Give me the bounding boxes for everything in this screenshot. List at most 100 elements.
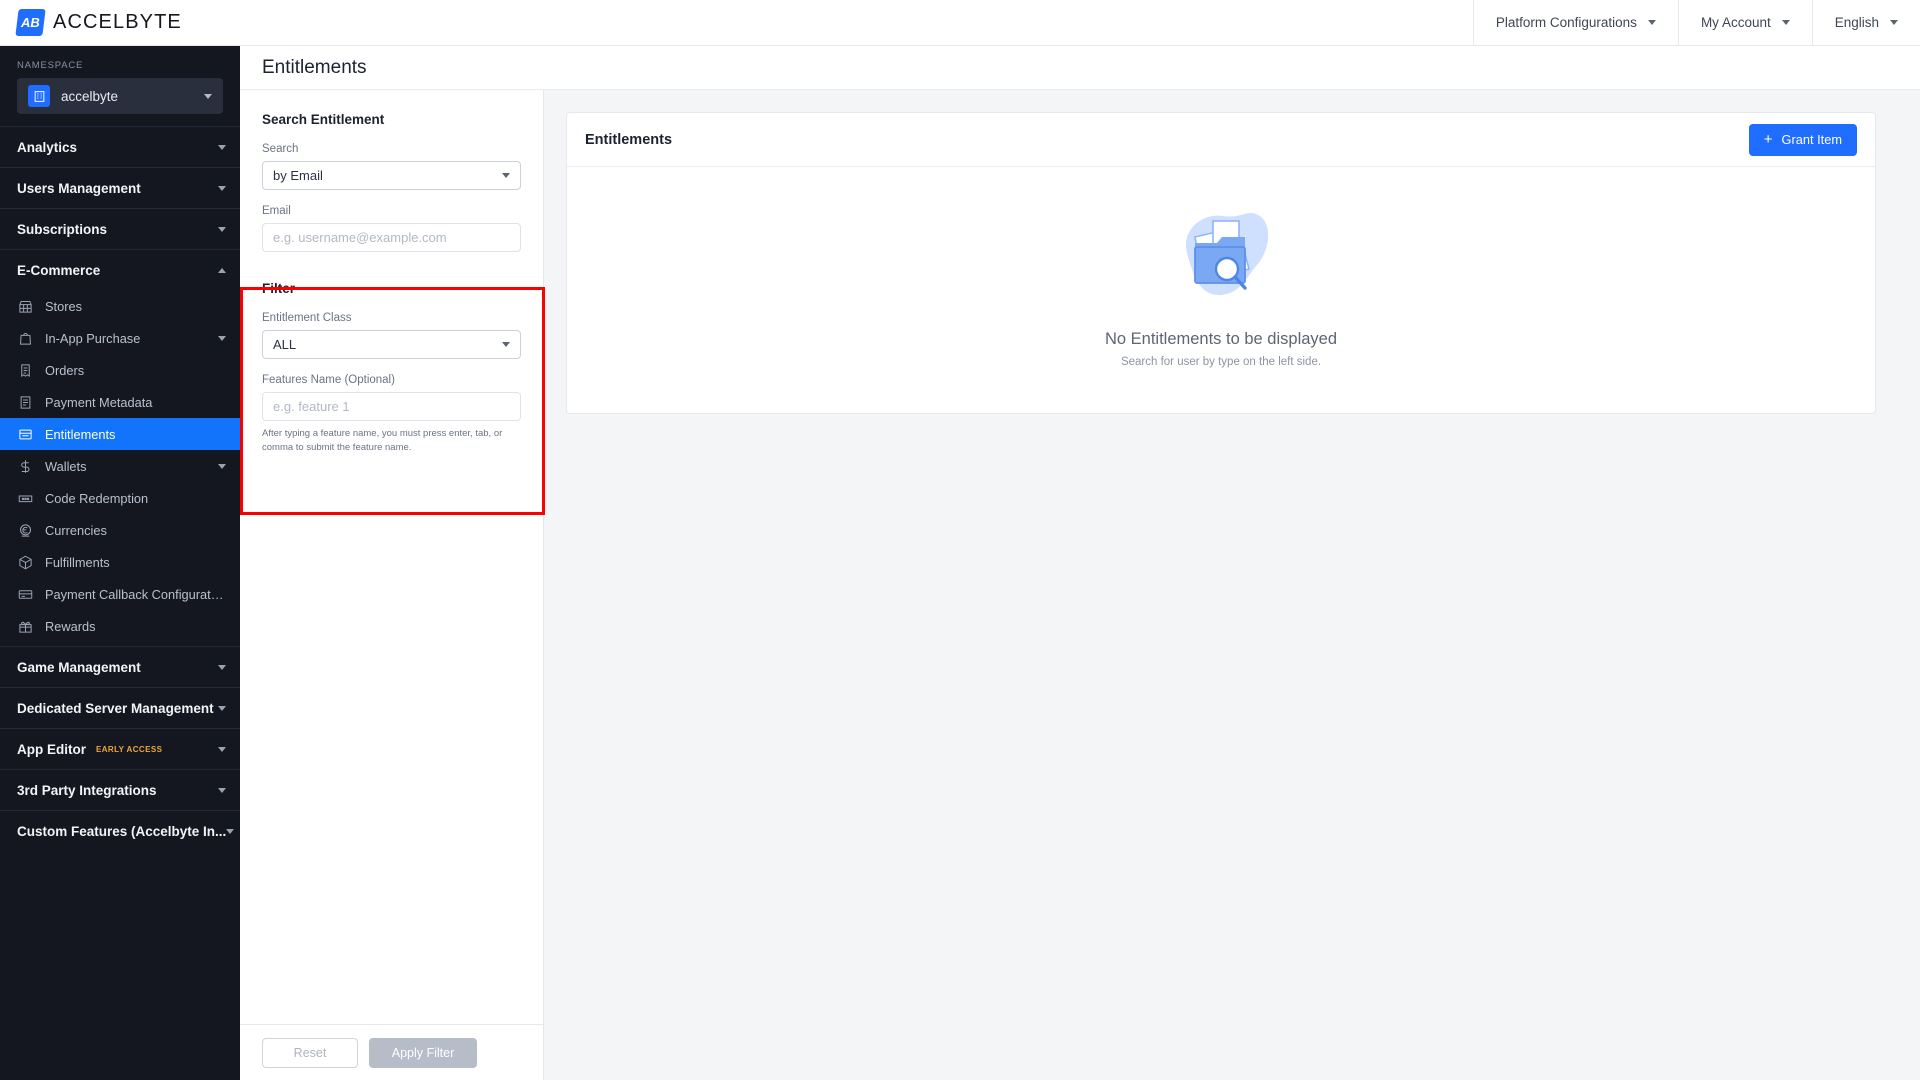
chevron-down-icon: [218, 746, 226, 752]
topnav-label: English: [1834, 15, 1879, 30]
brand-logo[interactable]: AB ACCELBYTE: [0, 0, 240, 45]
sidebar-section-users-management[interactable]: Users Management: [0, 168, 240, 208]
sidebar-item-fulfillments[interactable]: Fulfillments: [0, 546, 240, 578]
sidebar-section-label: Dedicated Server Management: [17, 700, 214, 716]
namespace-selector[interactable]: accelbyte: [17, 78, 223, 114]
brand-mark-text: AB: [21, 15, 40, 30]
building-icon: [28, 85, 50, 107]
sidebar-item-in-app-purchase[interactable]: In-App Purchase: [0, 322, 240, 354]
sidebar-section-e-commerce[interactable]: E-Commerce: [0, 250, 240, 290]
sidebar-section-custom-features-accelbyte-in[interactable]: Custom Features (Accelbyte In...: [0, 811, 240, 851]
sidebar-section-analytics[interactable]: Analytics: [0, 127, 240, 167]
chevron-down-icon: [218, 335, 226, 341]
sidebar-section-app-editor[interactable]: App Editor EARLY ACCESS: [0, 729, 240, 769]
chevron-down-icon: [204, 93, 212, 99]
workspace: Search Entitlement Search by Email Email: [240, 90, 1920, 1080]
sidebar-item-entitlements[interactable]: Entitlements: [0, 418, 240, 450]
sidebar-item-label: Wallets: [45, 458, 87, 474]
content-area: Entitlements Search Entitlement Search b…: [240, 46, 1920, 1080]
chevron-down-icon: [218, 787, 226, 793]
email-field: Email: [262, 205, 521, 252]
namespace-section: NAMESPACE accelbyte: [0, 46, 240, 126]
sidebar-item-payment-metadata[interactable]: Payment Metadata: [0, 386, 240, 418]
sidebar-item-code-redemption[interactable]: Code Redemption: [0, 482, 240, 514]
sidebar-section-game-management[interactable]: Game Management: [0, 647, 240, 687]
sidebar-section: App Editor EARLY ACCESS: [0, 728, 240, 769]
chevron-down-icon: [1890, 20, 1898, 25]
sidebar-section: Users Management: [0, 167, 240, 208]
topnav-label: Platform Configurations: [1495, 15, 1637, 30]
features-name-field: Features Name (Optional) After typing a …: [262, 374, 521, 455]
sidebar-section: Analytics: [0, 126, 240, 167]
features-name-input[interactable]: [262, 392, 521, 421]
chevron-down-icon: [218, 705, 226, 711]
entitlements-card: Entitlements + Grant Item No Entitlement…: [566, 112, 1876, 414]
sidebar-item-label: Rewards: [45, 618, 96, 634]
sidebar-section: E-Commerce Stores In-App Purchase Orders Pay…: [0, 249, 240, 646]
app-root: AB ACCELBYTE Platform Configurations My …: [0, 0, 1920, 1080]
chevron-down-icon: [1647, 20, 1656, 25]
grant-item-button[interactable]: + Grant Item: [1748, 123, 1857, 156]
sidebar-section-label: Subscriptions: [17, 221, 108, 237]
sidebar-item-currencies[interactable]: Currencies: [0, 514, 240, 546]
sidebar-section: Game Management: [0, 646, 240, 687]
apply-filter-button[interactable]: Apply Filter: [369, 1037, 477, 1068]
sidebar-section-subscriptions[interactable]: Subscriptions: [0, 209, 240, 249]
top-nav: Platform Configurations My Account Engli…: [1472, 0, 1920, 45]
page-title: Entitlements: [262, 56, 367, 78]
search-filter-panel: Search Entitlement Search by Email Email: [240, 90, 544, 1080]
email-input[interactable]: [262, 223, 521, 252]
sidebar-section-label: Custom Features (Accelbyte In...: [17, 823, 227, 839]
sidebar-section-dedicated-server-management[interactable]: Dedicated Server Management: [0, 688, 240, 728]
sidebar-item-orders[interactable]: Orders: [0, 354, 240, 386]
entitlement-class-label: Entitlement Class: [262, 312, 352, 324]
dollar-icon: [17, 458, 34, 475]
search-filter-scroll: Search Entitlement Search by Email Email: [240, 90, 543, 1024]
topnav-platform-configurations[interactable]: Platform Configurations: [1472, 0, 1678, 45]
sidebar-section-label: Game Management: [17, 659, 141, 675]
chevron-down-icon: [218, 185, 226, 191]
accelbyte-logo-icon: AB: [15, 9, 46, 36]
namespace-value: accelbyte: [61, 88, 119, 104]
entitlements-card-header: Entitlements + Grant Item: [567, 113, 1875, 167]
currency-icon: [17, 522, 34, 539]
filter-title: Filter: [262, 281, 296, 296]
sidebar-item-label: Currencies: [45, 522, 107, 538]
topnav-my-account[interactable]: My Account: [1677, 0, 1812, 45]
reset-button[interactable]: Reset: [262, 1037, 358, 1068]
chevron-down-icon: [218, 664, 226, 670]
entitlement-class-field: Entitlement Class ALL: [262, 312, 521, 359]
sidebar-item-wallets[interactable]: Wallets: [0, 450, 240, 482]
topnav-language[interactable]: English: [1811, 0, 1920, 45]
chevron-down-icon: [218, 144, 226, 150]
filter-highlight-group: Filter Entitlement Class ALL Features Na…: [254, 267, 529, 465]
entitlement-class-select[interactable]: ALL: [262, 330, 521, 359]
sidebar-section-label: E-Commerce: [17, 262, 101, 278]
chevron-down-icon: [502, 342, 510, 347]
sidebar-section: Custom Features (Accelbyte In...: [0, 810, 240, 851]
brand-name: ACCELBYTE: [53, 11, 182, 33]
sidebar-section: Dedicated Server Management: [0, 687, 240, 728]
document-icon: [17, 394, 34, 411]
sidebar-section-label: Users Management: [17, 180, 141, 196]
sidebar-section-3rd-party-integrations[interactable]: 3rd Party Integrations: [0, 770, 240, 810]
empty-state-title: No Entitlements to be displayed: [1104, 329, 1338, 348]
search-type-label: Search: [262, 143, 299, 155]
sidebar-item-payment-callback-configuration[interactable]: Payment Callback Configuration: [0, 578, 240, 610]
sidebar-section: Subscriptions: [0, 208, 240, 249]
search-type-select[interactable]: by Email: [262, 161, 521, 190]
page-header: Entitlements: [240, 46, 1920, 90]
email-label: Email: [262, 205, 291, 217]
features-name-label: Features Name (Optional): [262, 374, 395, 386]
search-entitlement-title: Search Entitlement: [262, 112, 385, 127]
sidebar-section-label: 3rd Party Integrations: [17, 782, 157, 798]
search-type-value: by Email: [273, 168, 323, 183]
sidebar-item-rewards[interactable]: Rewards: [0, 610, 240, 642]
empty-state-subtitle: Search for user by type on the left side…: [1120, 355, 1322, 368]
entitlement-icon: [17, 426, 34, 443]
grant-item-label: Grant Item: [1781, 132, 1842, 147]
sidebar-item-label: Stores: [45, 298, 82, 314]
sidebar-nav: Analytics Users Management Subscriptions E-…: [0, 126, 240, 851]
sidebar: NAMESPACE accelbyte AnalyticsUsers Mana: [0, 46, 240, 1080]
sidebar-item-stores[interactable]: Stores: [0, 290, 240, 322]
